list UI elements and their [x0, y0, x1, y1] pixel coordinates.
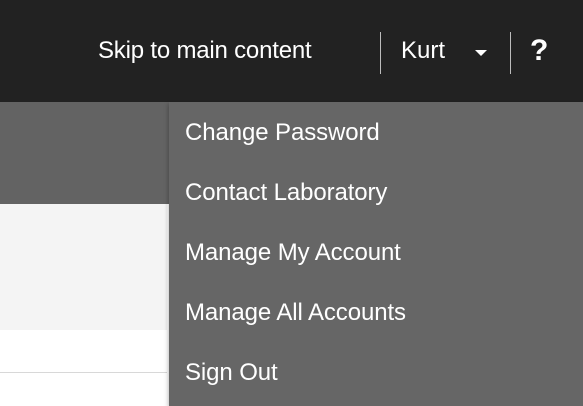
user-menu-toggle[interactable]: Kurt — [401, 34, 445, 68]
nav-divider — [510, 32, 511, 74]
menu-item-change-password[interactable]: Change Password — [185, 116, 380, 150]
top-navigation-bar: Skip to main content Kurt ? — [0, 0, 583, 102]
user-dropdown-menu: Change Password Contact Laboratory Manag… — [169, 102, 583, 406]
menu-item-manage-my-account[interactable]: Manage My Account — [185, 236, 401, 270]
menu-item-manage-all-accounts[interactable]: Manage All Accounts — [185, 296, 406, 330]
help-icon[interactable]: ? — [530, 31, 548, 71]
nav-divider — [380, 32, 381, 74]
user-name: Kurt — [401, 37, 446, 64]
content-divider — [0, 372, 167, 373]
content-panel — [0, 204, 167, 330]
caret-down-icon[interactable] — [475, 50, 487, 56]
menu-item-sign-out[interactable]: Sign Out — [185, 356, 278, 390]
skip-to-main-content-link[interactable]: Skip to main content — [98, 34, 312, 68]
menu-item-contact-laboratory[interactable]: Contact Laboratory — [185, 176, 387, 210]
